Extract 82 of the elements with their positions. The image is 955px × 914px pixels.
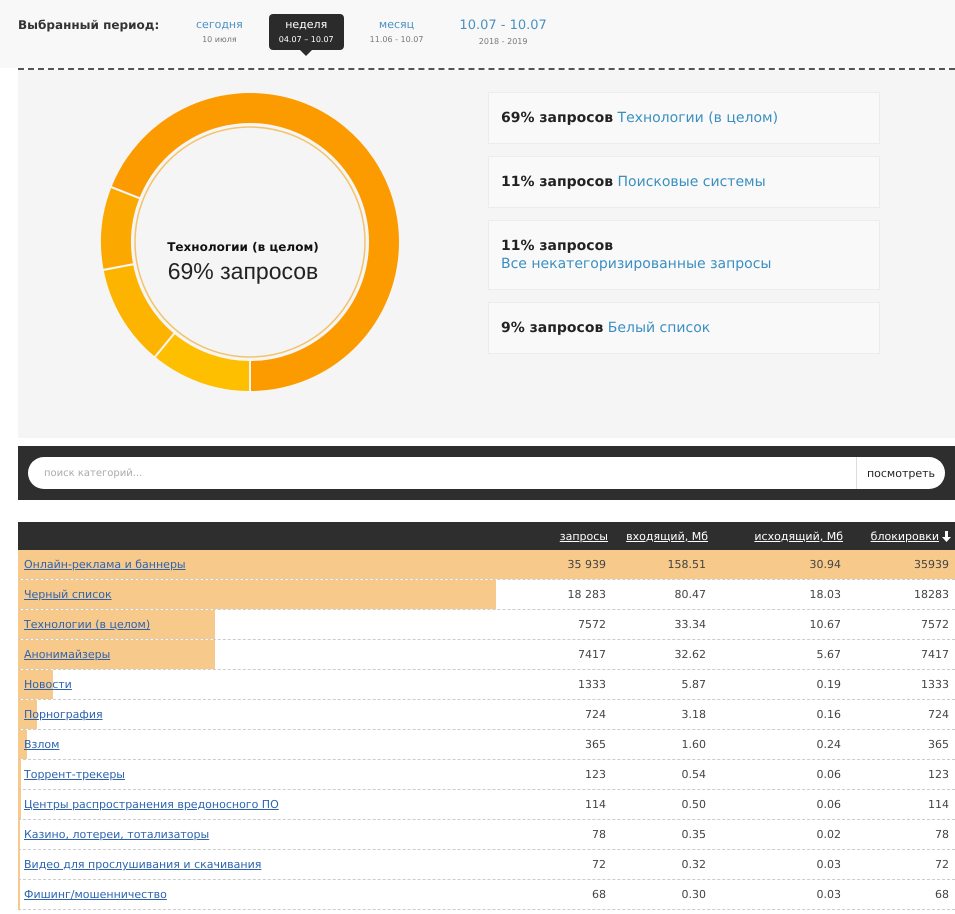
table-cell-text: 0.16 [816, 708, 842, 721]
table-cell-text: 114 [927, 798, 950, 811]
table-cell-text: 72 [934, 858, 950, 871]
period-tab[interactable]: месяц 11.06 - 10.07 [360, 14, 434, 50]
table-cell-text: 123 [927, 768, 950, 781]
table-cell-text: 5.67 [816, 648, 842, 661]
donut-slice[interactable] [153, 332, 251, 393]
table-cell-text: 0.50 [680, 798, 707, 811]
table-cell-text: 0.02 [816, 828, 842, 841]
table-cell-text: 0.30 [680, 888, 707, 901]
category-link[interactable]: Черный список [24, 588, 112, 601]
category-link[interactable]: Видео для прослушивания и скачивания [24, 858, 262, 871]
table-cell-text: 5.87 [680, 678, 707, 691]
table-cell-text: 72 [591, 858, 607, 871]
table-cell-text: 365 [584, 738, 607, 751]
table-cell-text: 0.35 [680, 828, 707, 841]
table-cell-text: 7572 [920, 618, 950, 631]
category-link[interactable]: Технологии (в целом) [24, 618, 150, 631]
table-cell-text: 18.03 [808, 588, 842, 601]
table-cell-text: 7417 [577, 648, 607, 661]
table-cell-text: 0.19 [816, 678, 842, 691]
table-cell-text: 33.34 [674, 618, 707, 631]
share-text: 11% запросов [501, 238, 614, 254]
table-cell-text: 7572 [577, 618, 607, 631]
table-cell-text: 1.60 [680, 738, 707, 751]
center-title: Технологии (в целом) [167, 240, 319, 254]
table-cell-text: 0.03 [816, 888, 842, 901]
table-cell-text: 78 [934, 828, 950, 841]
table-cell-text: 68 [934, 888, 950, 901]
category-link[interactable]: Казино, лотереи, тотализаторы [24, 828, 210, 841]
table-cell-text: 3.18 [680, 708, 707, 721]
table-cell-text: 32.62 [674, 648, 707, 661]
category-link[interactable]: Онлайн-реклама и баннеры [24, 558, 186, 571]
center-value: 69% запросов [168, 258, 318, 285]
table-cell-text: 724 [584, 708, 607, 721]
table-cell-text: 724 [927, 708, 950, 721]
table-cell-text: 35 939 [566, 558, 607, 571]
table-cell-text: 10.67 [808, 618, 842, 631]
table-cell-text: 0.54 [680, 768, 707, 781]
category-link[interactable]: Белый список [608, 319, 710, 337]
donut-slice[interactable] [110, 91, 401, 393]
sort-down-icon [942, 530, 951, 542]
column-header[interactable]: блокировки [847, 530, 955, 542]
column-header[interactable]: запросы [542, 530, 612, 542]
table-cell-text: 78 [591, 828, 607, 841]
table-cell-text: 0.24 [816, 738, 842, 751]
table-cell-text: 0.06 [816, 798, 842, 811]
table-cell-text: 80.47 [674, 588, 707, 601]
table-cell-text: 1333 [577, 678, 607, 691]
search-field[interactable]: поиск категорий... [28, 457, 856, 489]
category-link[interactable]: Анонимайзеры [24, 648, 110, 661]
share-text: 11% запросов [501, 174, 614, 190]
table-cell-text: 365 [927, 738, 950, 751]
table-cell-text: 18283 [913, 588, 950, 601]
share-text: 69% запросов [501, 110, 614, 126]
category-link[interactable]: Центры распространения вредоносного ПО [24, 798, 279, 811]
donut-slice[interactable] [99, 186, 142, 272]
column-header[interactable]: исходящий, Мб [712, 530, 847, 542]
table-cell-text: 18 283 [566, 588, 607, 601]
table-cell-text: 123 [584, 768, 607, 781]
category-link[interactable]: Все некатегоризированные запросы [501, 255, 772, 273]
column-header[interactable]: входящий, Мб [612, 530, 712, 542]
category-link[interactable]: Фишинг/мошенничество [24, 888, 167, 901]
table-cell-text: 68 [591, 888, 607, 901]
table-cell-text: 1333 [920, 678, 950, 691]
share-text: 9% запросов [501, 320, 604, 336]
table-cell-text: 0.03 [816, 858, 842, 871]
view-button[interactable]: посмотреть [856, 457, 945, 489]
period-tab[interactable]: 10.07 - 10.07 2018 - 2019 [449, 14, 557, 52]
category-link[interactable]: Поисковые системы [618, 173, 766, 191]
table-cell-text: 30.94 [808, 558, 842, 571]
period-label: Выбранный период: [18, 18, 160, 32]
period-tab[interactable]: сегодня 10 июля [186, 14, 253, 50]
table-cell-text: 114 [584, 798, 607, 811]
table-cell-text: 0.06 [816, 768, 842, 781]
pointer-icon [300, 50, 312, 56]
category-link[interactable]: Торрент-трекеры [24, 768, 125, 781]
table-cell-text: 7417 [920, 648, 950, 661]
table-cell-text: 35939 [913, 558, 950, 571]
category-link[interactable]: Технологии (в целом) [618, 109, 778, 127]
table-cell-text: 0.32 [680, 858, 707, 871]
table-cell-text: 158.51 [666, 558, 707, 571]
